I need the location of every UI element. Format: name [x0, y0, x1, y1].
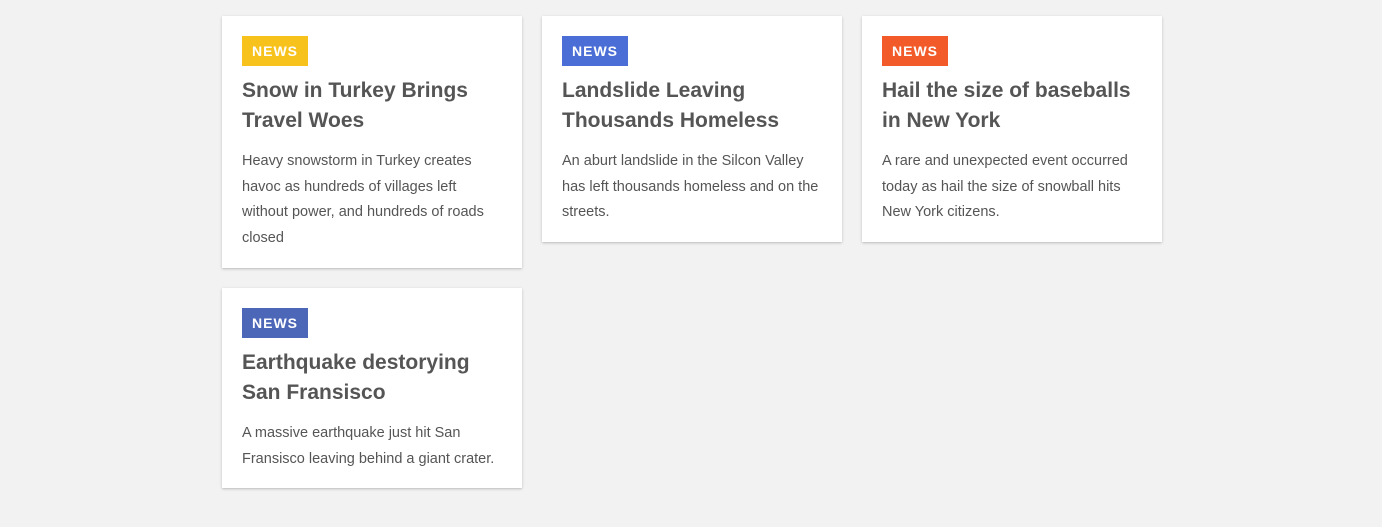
news-card-hail-new-york[interactable]: NEWS Hail the size of baseballs in New Y…: [862, 16, 1162, 242]
news-card-snow-turkey[interactable]: NEWS Snow in Turkey Brings Travel Woes H…: [222, 16, 522, 268]
card-title[interactable]: Hail the size of baseballs in New York: [882, 76, 1142, 136]
news-badge: NEWS: [242, 308, 308, 338]
card-summary: A rare and unexpected event occurred tod…: [882, 153, 1128, 220]
card-summary: An aburt landslide in the Silcon Valley …: [562, 153, 819, 220]
news-badge: NEWS: [882, 36, 948, 66]
card-title[interactable]: Landslide Leaving Thousands Homeless: [562, 76, 822, 136]
card-summary: A massive earthquake just hit San Fransi…: [242, 425, 495, 467]
news-card-earthquake[interactable]: NEWS Earthquake destorying San Fransisco…: [222, 288, 522, 488]
card-title[interactable]: Snow in Turkey Brings Travel Woes: [242, 76, 502, 136]
card-title[interactable]: Earthquake destorying San Fransisco: [242, 348, 502, 408]
news-card-landslide[interactable]: NEWS Landslide Leaving Thousands Homeles…: [542, 16, 842, 242]
news-badge: NEWS: [242, 36, 308, 66]
news-badge: NEWS: [562, 36, 628, 66]
card-summary: Heavy snowstorm in Turkey creates havoc …: [242, 153, 484, 246]
